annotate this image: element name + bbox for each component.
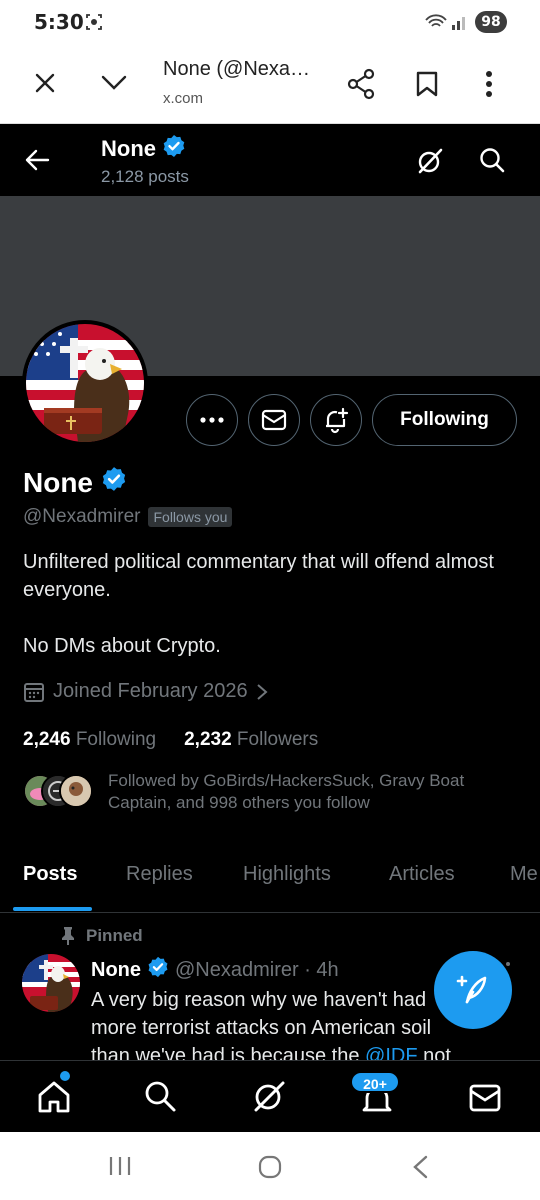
followed-by-text: Followed by GoBirds/HackersSuck, Gravy B… — [108, 771, 465, 812]
chevron-right-icon — [256, 683, 268, 700]
post-handle-time: @Nexadmirer · 4h — [175, 958, 339, 981]
followers-count: 2,232 — [184, 729, 232, 750]
post-more-icon[interactable] — [506, 962, 510, 966]
recent-apps-icon[interactable] — [107, 1154, 133, 1183]
tab-highlights[interactable]: Highlights — [243, 863, 331, 886]
followers-stat[interactable]: 2,232 Followers — [184, 729, 318, 751]
bottom-nav: 20+ — [0, 1060, 540, 1132]
message-button[interactable] — [248, 394, 300, 446]
chevron-down-icon[interactable] — [100, 74, 128, 97]
verified-badge-icon — [147, 956, 169, 984]
battery-badge: 98 — [475, 11, 507, 33]
post-header: None @Nexadmirer · 4h — [91, 956, 339, 984]
profile-header: None 2,128 posts — [0, 124, 540, 196]
search-icon[interactable] — [143, 1079, 177, 1118]
header-name: None — [101, 134, 186, 164]
notifications-badge: 20+ — [350, 1071, 400, 1093]
profile-name: None — [23, 466, 127, 499]
search-icon[interactable] — [478, 146, 506, 179]
following-stat[interactable]: 2,246 Following — [23, 729, 156, 751]
tab-replies[interactable]: Replies — [126, 863, 193, 886]
pinned-text: Pinned — [86, 926, 143, 945]
post-mention-link[interactable]: @IDF — [365, 1045, 418, 1060]
following-button[interactable]: Following — [372, 394, 517, 446]
mail-icon — [261, 409, 287, 431]
tab-media[interactable]: Me — [510, 863, 538, 886]
verified-badge-icon — [162, 134, 186, 164]
pin-icon — [62, 927, 74, 945]
post-text: A very big reason why we haven't had mor… — [91, 986, 466, 1060]
status-time: 5:30 — [34, 10, 84, 34]
close-icon[interactable] — [33, 71, 57, 100]
followers-label: Followers — [236, 729, 319, 750]
joined-text: Joined February 2026 — [53, 680, 248, 702]
following-label: Following — [75, 729, 157, 750]
joined-date[interactable]: Joined February 2026 — [23, 680, 268, 703]
browser-toolbar: None (@Nexa… x.com — [0, 46, 540, 124]
header-post-count: 2,128 posts — [101, 167, 189, 186]
follows-you-badge: Follows you — [148, 507, 233, 527]
following-count: 2,246 — [23, 729, 71, 750]
profile-handle: @Nexadmirer Follows you — [23, 506, 233, 528]
notify-button[interactable] — [310, 394, 362, 446]
profile-name-text: None — [23, 466, 93, 498]
screen-record-icon — [84, 12, 104, 37]
followed-by[interactable]: Followed by GoBirds/HackersSuck, Gravy B… — [23, 770, 523, 816]
wifi-signal-icon — [424, 12, 470, 37]
active-tab-indicator — [13, 907, 92, 911]
compose-post-button[interactable] — [434, 951, 512, 1029]
more-vertical-icon[interactable] — [485, 70, 493, 103]
more-options-button[interactable] — [186, 394, 238, 446]
share-icon[interactable] — [346, 68, 376, 105]
tab-posts[interactable]: Posts — [23, 863, 77, 886]
bookmark-icon[interactable] — [415, 70, 439, 103]
tab-articles[interactable]: Articles — [389, 863, 455, 886]
header-name-text: None — [101, 136, 156, 161]
system-nav-bar — [0, 1132, 540, 1200]
follow-stats: 2,246 Following 2,232 Followers — [23, 729, 318, 751]
calendar-icon — [24, 682, 44, 702]
home-button-icon[interactable] — [257, 1154, 283, 1185]
profile-tabs: Posts Replies Highlights Articles Me — [0, 845, 540, 913]
bell-plus-icon — [326, 407, 349, 434]
avatar — [59, 774, 93, 808]
handle-text: @Nexadmirer — [23, 506, 141, 527]
home-unread-dot — [60, 1071, 70, 1081]
followed-by-avatars — [23, 774, 93, 808]
pinned-label: Pinned — [60, 926, 143, 946]
status-bar: 5:30 98 — [0, 0, 540, 46]
browser-url: x.com — [163, 90, 204, 107]
post-avatar[interactable] — [22, 954, 80, 1012]
profile-bio: Unfiltered political commentary that wil… — [23, 548, 513, 660]
post-author-name[interactable]: None — [91, 959, 141, 982]
grok-icon[interactable] — [416, 147, 444, 180]
verified-badge-icon — [101, 466, 127, 499]
grok-icon[interactable] — [252, 1079, 286, 1118]
compose-feather-icon — [456, 975, 487, 1004]
more-horizontal-icon — [200, 417, 224, 423]
profile-avatar[interactable] — [22, 320, 148, 446]
back-icon[interactable] — [410, 1154, 430, 1185]
bio-line: No DMs about Crypto. — [23, 635, 221, 657]
back-arrow-icon[interactable] — [24, 148, 50, 177]
home-icon[interactable] — [36, 1079, 72, 1120]
mail-icon[interactable] — [468, 1083, 502, 1118]
browser-page-title: None (@Nexa… — [163, 58, 311, 80]
bio-line: Unfiltered political commentary that wil… — [23, 551, 494, 601]
